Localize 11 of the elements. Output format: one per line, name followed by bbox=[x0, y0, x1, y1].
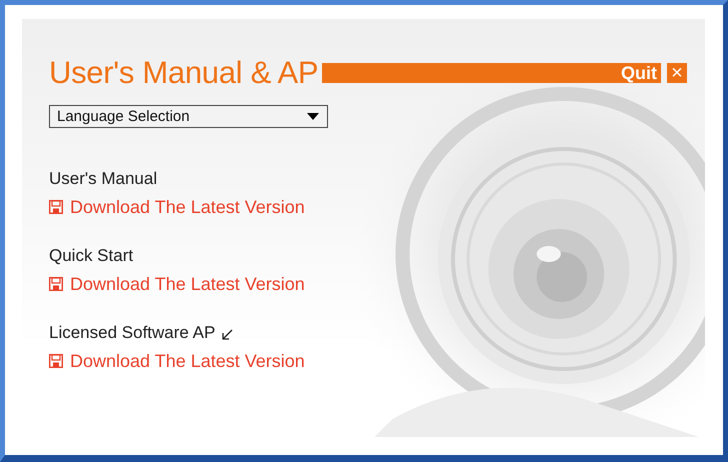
caret-icon bbox=[307, 113, 319, 120]
app-title: User's Manual & AP bbox=[49, 55, 318, 91]
download-link[interactable]: Download The Latest Version bbox=[70, 350, 305, 372]
section-heading: Quick Start bbox=[49, 246, 134, 266]
download-link[interactable]: Download The Latest Version bbox=[70, 196, 305, 218]
section-heading: User's Manual bbox=[49, 169, 158, 189]
download-link[interactable]: Download The Latest Version bbox=[70, 274, 305, 294]
section-heading: Licensed Software AP bbox=[49, 323, 216, 343]
close-button[interactable]: × bbox=[667, 63, 687, 83]
language-dropdown[interactable]: Language Selection bbox=[49, 105, 328, 128]
quit-button[interactable]: Quit bbox=[615, 63, 661, 83]
